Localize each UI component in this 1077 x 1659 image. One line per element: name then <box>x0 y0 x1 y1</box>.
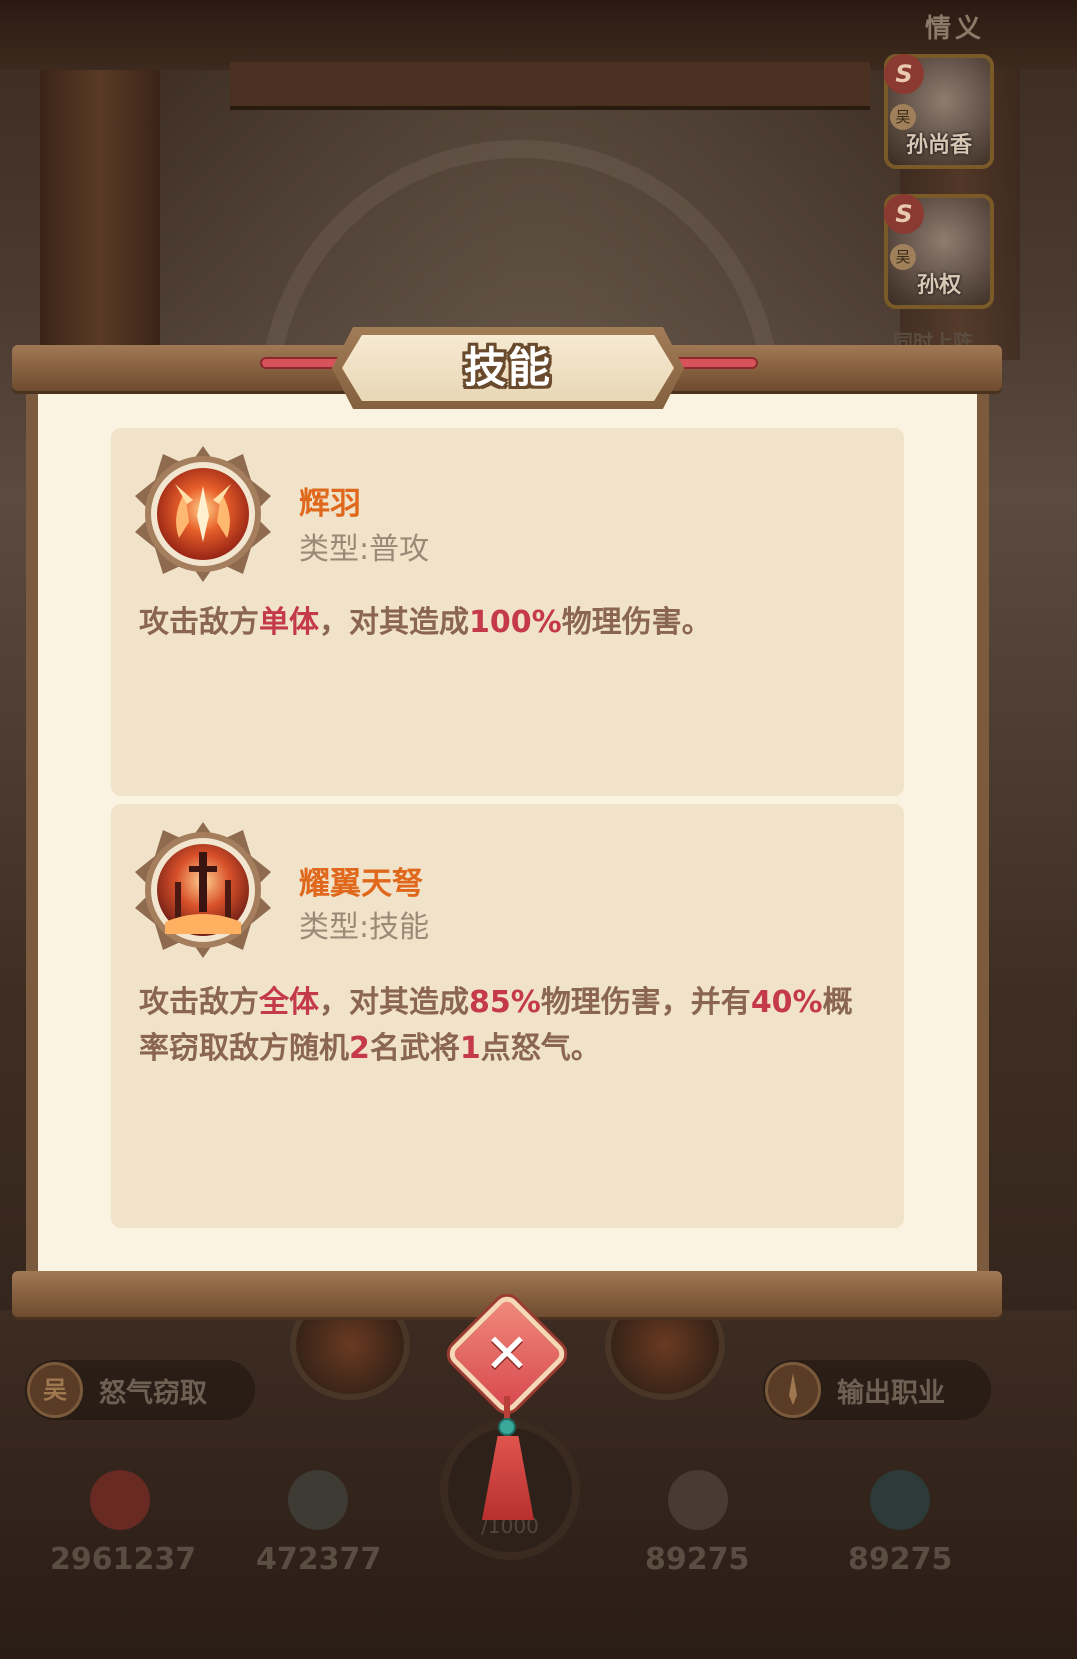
stat-attack: 472377 <box>256 1542 382 1577</box>
skill-name: 辉羽 <box>299 486 361 522</box>
tassel-bead <box>498 1418 516 1436</box>
skill-card: 辉羽 类型:普攻 攻击敌方单体，对其造成100%物理伤害。 <box>111 428 904 796</box>
skill-description: 攻击敌方单体，对其造成100%物理伤害。 <box>139 600 864 646</box>
hero-card-1: S 吴 孙尚香 <box>884 54 994 169</box>
falling-swords-icon <box>135 822 271 958</box>
kingdom-icon: 吴 <box>27 1362 83 1418</box>
rank-badge: S <box>884 54 924 94</box>
description-text: 点怒气。 <box>480 1031 601 1066</box>
heart-icon <box>90 1470 150 1530</box>
highlight-text: 2 <box>349 1031 370 1066</box>
description-text: 攻击敌方 <box>139 605 259 640</box>
highlight-text: 100% <box>469 605 562 640</box>
rank-badge: S <box>884 194 924 234</box>
crossed-swords-icon <box>288 1470 348 1530</box>
bond-header: 情义 <box>924 14 985 44</box>
role-icon <box>765 1362 821 1418</box>
hero-name: 孙权 <box>916 273 961 298</box>
description-text: ，对其造成 <box>319 985 469 1020</box>
trait-tag-dps-role: 输出职业 <box>763 1360 991 1420</box>
hero-card-2: S 吴 孙权 <box>884 194 994 309</box>
shield-icon <box>870 1470 930 1530</box>
description-text: ，对其造成 <box>319 605 469 640</box>
highlight-text: 1 <box>459 1031 481 1066</box>
highlight-text: 40% <box>750 985 823 1020</box>
highlight-text: 单体 <box>259 605 319 640</box>
trait-label: 怒气窃取 <box>99 1377 207 1409</box>
skill-type: 类型:普攻 <box>299 532 430 567</box>
winged-sword-icon <box>135 446 271 582</box>
highlight-text: 全体 <box>259 985 319 1020</box>
skill-name: 耀翼天弩 <box>299 866 423 902</box>
stat-defense: 89275 <box>645 1542 750 1577</box>
skill-type: 类型:技能 <box>299 910 430 945</box>
helmet-icon <box>668 1470 728 1530</box>
stat-hp: 2961237 <box>50 1542 197 1577</box>
hero-name: 孙尚香 <box>905 133 972 158</box>
description-text: 名武将 <box>369 1031 460 1066</box>
skill-card: 耀翼天弩 类型:技能 攻击敌方全体，对其造成85%物理伤害，并有40%概率窃取敌… <box>111 804 904 1228</box>
description-text: 物理伤害，并有 <box>540 985 751 1020</box>
pillar-left <box>40 70 160 360</box>
highlight-text: 85% <box>469 985 541 1020</box>
stat-resist: 89275 <box>848 1542 953 1577</box>
trait-label: 输出职业 <box>837 1377 945 1409</box>
trait-tag-rage-steal: 吴 怒气窃取 <box>25 1360 255 1420</box>
skill-description: 攻击敌方全体，对其造成85%物理伤害，并有40%概率窃取敌方随机2名武将1点怒气… <box>139 980 864 1072</box>
roof-plaque <box>230 62 870 110</box>
dialog-title: 技能 <box>463 343 552 392</box>
description-text: 物理伤害。 <box>561 605 712 640</box>
description-text: 攻击敌方 <box>139 985 259 1020</box>
